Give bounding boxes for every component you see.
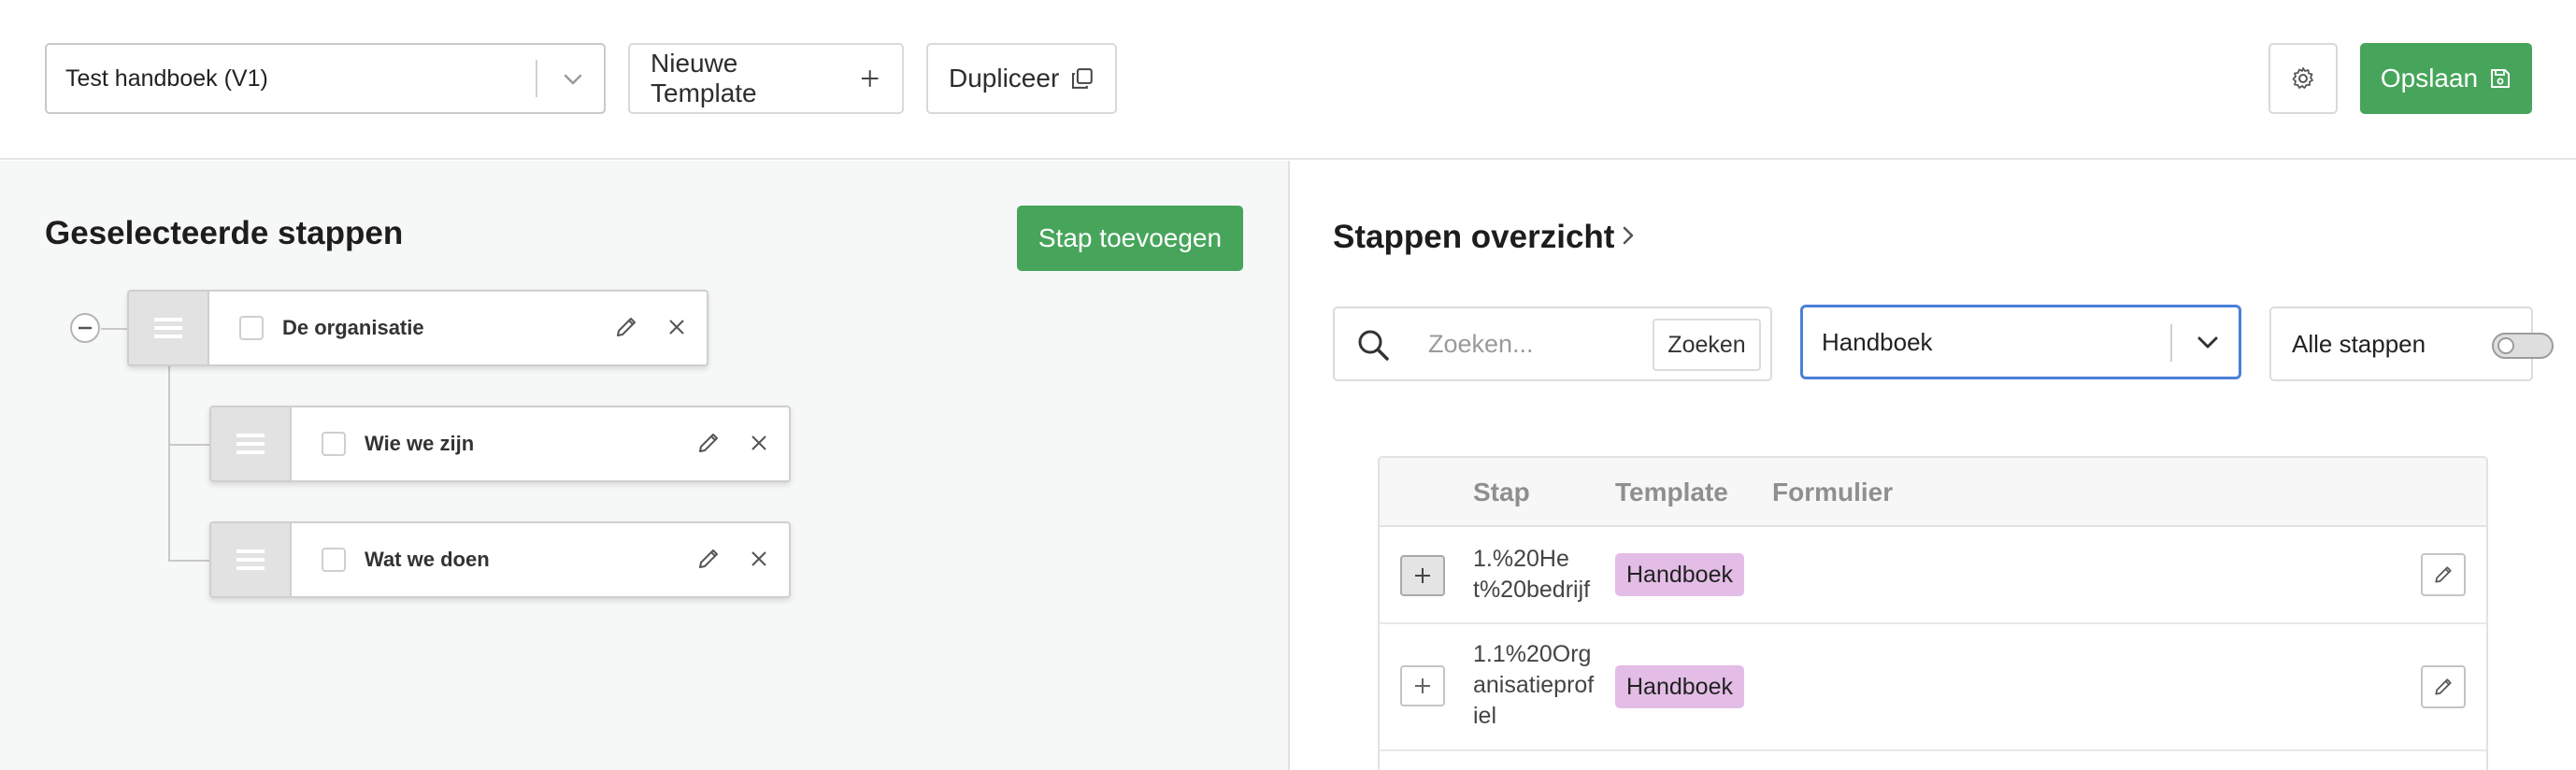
new-template-label: Nieuwe Template <box>651 49 757 107</box>
new-template-button[interactable]: Nieuwe Template <box>628 43 904 114</box>
table-header: Stap Template Formulier <box>1380 458 2486 527</box>
top-toolbar: Test handboek (V1) Nieuwe Template Dupli… <box>0 0 2576 160</box>
save-label: Opslaan <box>2380 64 2479 93</box>
chevron-down-icon[interactable] <box>2194 328 2222 356</box>
close-icon[interactable] <box>665 316 688 338</box>
step-card[interactable]: De organisatie <box>127 290 708 366</box>
drag-handle-icon[interactable] <box>129 292 209 364</box>
pencil-icon <box>2435 678 2452 695</box>
add-step-row-button[interactable] <box>1400 555 1445 596</box>
template-filter-select[interactable]: Handboek <box>1800 305 2241 379</box>
template-badge: Handboek <box>1615 553 1744 596</box>
template-select-value: Test handboek (V1) <box>65 65 268 92</box>
step-label: Wie we zijn <box>365 432 475 455</box>
search-button-label: Zoeken <box>1667 331 1746 358</box>
save-button[interactable]: Opslaan <box>2360 43 2532 114</box>
search-icon <box>1358 330 1389 361</box>
table-row: 1.1%20Organisatieprofiel Handboek <box>1380 624 2486 751</box>
collapse-icon[interactable] <box>69 312 101 344</box>
edit-row-button[interactable] <box>2421 665 2466 708</box>
cell-stap: 1.%20Het%20bedrijf <box>1473 546 1591 603</box>
add-step-label: Stap toevoegen <box>1038 223 1223 252</box>
template-badge: Handboek <box>1615 665 1744 708</box>
tree-connector <box>101 328 127 330</box>
close-icon[interactable] <box>748 548 770 570</box>
search-box: Zoeken <box>1333 307 1772 381</box>
step-label: Wat we doen <box>365 548 490 571</box>
panel-title: Geselecteerde stappen <box>45 215 404 251</box>
pencil-icon <box>2435 566 2452 583</box>
chevron-right-icon[interactable] <box>1615 222 1641 249</box>
duplicate-button[interactable]: Dupliceer <box>926 43 1117 114</box>
column-header-template: Template <box>1615 478 1728 506</box>
chevron-down-icon[interactable] <box>559 65 587 93</box>
copy-icon <box>1072 68 1094 89</box>
step-card[interactable]: Wie we zijn <box>209 406 791 482</box>
step-label: De organisatie <box>282 316 424 339</box>
all-steps-toggle-box: Alle stappen <box>2269 307 2554 381</box>
edit-row-button[interactable] <box>2421 553 2466 596</box>
filter-select-value: Handboek <box>1822 328 1933 356</box>
all-steps-toggle[interactable] <box>2492 333 2554 359</box>
close-icon[interactable] <box>748 432 770 454</box>
search-input[interactable] <box>1428 321 1643 366</box>
add-step-button[interactable]: Stap toevoegen <box>1017 206 1243 271</box>
column-header-stap: Stap <box>1473 478 1530 506</box>
gear-icon <box>2292 67 2313 89</box>
plus-icon <box>861 70 879 87</box>
drag-handle-icon[interactable] <box>211 407 292 480</box>
step-checkbox[interactable] <box>322 432 346 456</box>
search-button[interactable]: Zoeken <box>1653 319 1761 371</box>
settings-button[interactable] <box>2268 43 2338 114</box>
steps-table: Stap Template Formulier 1.%20Het%20bedri… <box>1378 456 2488 770</box>
toggle-knob <box>2497 337 2514 354</box>
plus-icon <box>1415 678 1430 693</box>
cell-stap: 1.1%20Organisatieprofiel <box>1473 641 1595 729</box>
pencil-icon[interactable] <box>695 430 722 456</box>
tree-connector <box>168 444 211 446</box>
duplicate-label: Dupliceer <box>949 64 1060 93</box>
column-header-formulier: Formulier <box>1772 478 1894 506</box>
floppy-disk-icon <box>2491 69 2511 88</box>
tree-connector <box>168 560 211 562</box>
all-steps-label: Alle stappen <box>2292 330 2426 358</box>
step-checkbox[interactable] <box>239 316 264 340</box>
select-divider <box>2170 324 2172 362</box>
selected-steps-panel: Geselecteerde stappen Stap toevoegen De … <box>0 161 1290 770</box>
panel-title: Stappen overzicht <box>1333 219 1615 255</box>
template-select[interactable]: Test handboek (V1) <box>45 43 606 114</box>
table-row: 1.%20Het%20bedrijf Handboek <box>1380 527 2486 624</box>
plus-icon <box>1415 568 1430 583</box>
select-divider <box>536 60 537 97</box>
steps-overview-panel: Stappen overzicht Zoeken Handboek Alle s… <box>1292 161 2576 770</box>
add-step-row-button[interactable] <box>1400 665 1445 706</box>
tree-connector <box>168 366 170 561</box>
step-card[interactable]: Wat we doen <box>209 521 791 598</box>
step-checkbox[interactable] <box>322 548 346 572</box>
pencil-icon[interactable] <box>613 314 639 340</box>
pencil-icon[interactable] <box>695 546 722 572</box>
drag-handle-icon[interactable] <box>211 523 292 596</box>
